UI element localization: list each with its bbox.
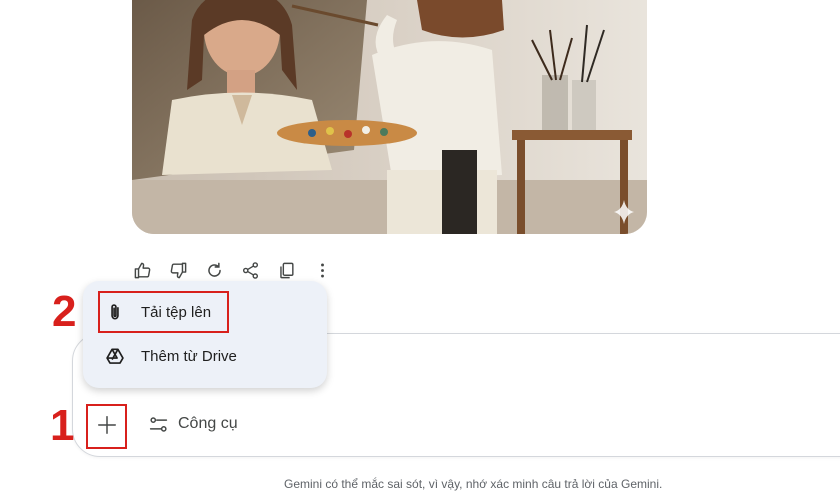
- disclaimer-text: Gemini có thể mắc sai sót, vì vậy, nhớ x…: [284, 477, 663, 491]
- tools-label: Công cụ: [178, 415, 238, 432]
- share-icon[interactable]: [238, 258, 262, 282]
- highlight-upload-file: [98, 291, 229, 333]
- step-number-1: 1: [50, 401, 75, 450]
- painting-illustration: [132, 0, 647, 234]
- drive-icon: [104, 345, 126, 367]
- tune-icon: [149, 416, 168, 432]
- redo-icon[interactable]: [202, 258, 226, 282]
- step-number-2: 2: [52, 287, 77, 336]
- thumbs-down-icon[interactable]: [166, 258, 190, 282]
- menu-item-add-from-drive[interactable]: Thêm từ Drive: [83, 334, 327, 378]
- menu-item-label: Thêm từ Drive: [141, 347, 237, 365]
- highlight-add-button: [86, 404, 127, 449]
- generated-image[interactable]: [132, 0, 647, 234]
- more-vert-icon[interactable]: [310, 258, 334, 282]
- tools-button[interactable]: Công cụ: [148, 409, 238, 439]
- thumbs-up-icon[interactable]: [130, 258, 154, 282]
- copy-icon[interactable]: [274, 258, 298, 282]
